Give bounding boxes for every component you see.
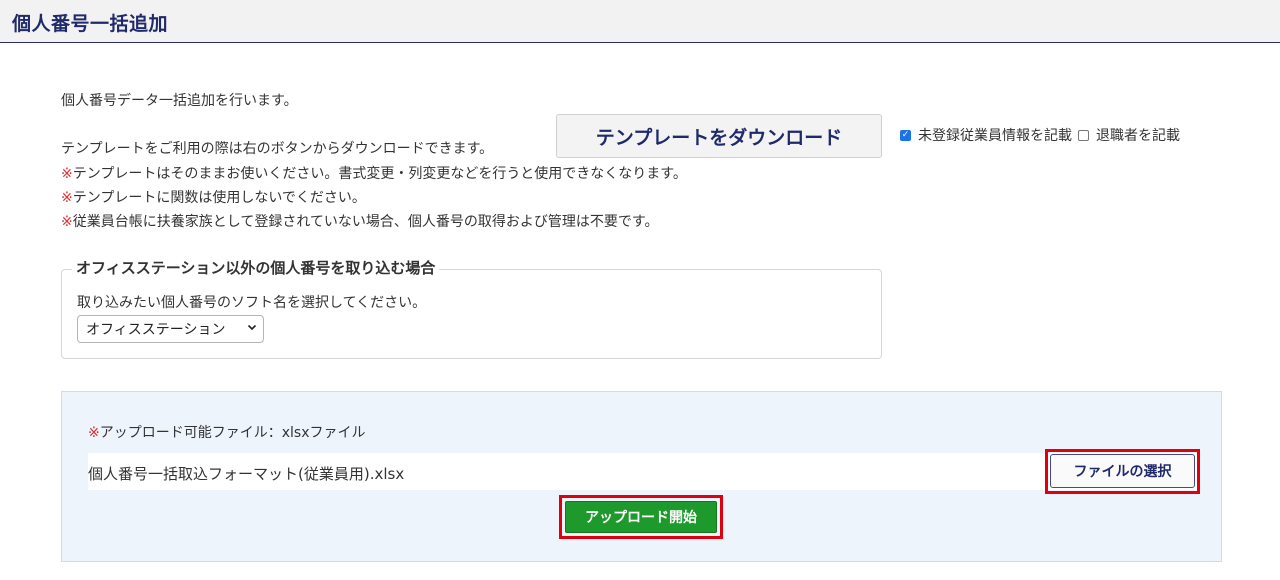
retired-employee-label[interactable]: 退職者を記載 bbox=[1096, 125, 1180, 145]
note-mark: ※ bbox=[61, 166, 73, 182]
start-upload-button[interactable]: アップロード開始 bbox=[565, 501, 717, 533]
retired-employee-checkbox[interactable] bbox=[1078, 129, 1089, 141]
software-select[interactable]: オフィスステーション bbox=[77, 315, 264, 343]
download-template-button[interactable]: テンプレートをダウンロード bbox=[556, 114, 882, 158]
note-text: テンプレートはそのままお使いください。書式変更・列変更などを行うと使用できなくな… bbox=[72, 166, 687, 182]
allowed-file-note: ※アップロード可能ファイル：xlsxファイル bbox=[88, 422, 366, 442]
page-title: 個人番号一括追加 bbox=[12, 13, 169, 35]
software-select-value: オフィスステーション bbox=[86, 322, 226, 338]
unregistered-employee-label[interactable]: 未登録従業員情報を記載 bbox=[918, 125, 1072, 145]
page-header: 個人番号一括追加 bbox=[0, 0, 1280, 43]
import-section-legend: オフィスステーション以外の個人番号を取り込む場合 bbox=[72, 257, 440, 278]
import-instruction: 取り込みたい個人番号のソフト名を選択してください。 bbox=[77, 295, 427, 311]
import-section bbox=[61, 269, 882, 359]
note-text: 従業員台帳に扶養家族として登録されていない場合、個人番号の取得および管理は不要で… bbox=[72, 214, 659, 230]
template-hint-text: テンプレートをご利用の際は右のボタンからダウンロードできます。 bbox=[61, 141, 494, 157]
intro-text: 個人番号データ一括追加を行います。 bbox=[61, 93, 298, 109]
note-mark: ※ bbox=[61, 190, 73, 206]
note-line: ※従業員台帳に扶養家族として登録されていない場合、個人番号の取得および管理は不要… bbox=[61, 211, 659, 231]
note-line: ※テンプレートはそのままお使いください。書式変更・列変更などを行うと使用できなく… bbox=[61, 163, 687, 183]
note-mark: ※ bbox=[61, 214, 73, 230]
chevron-down-icon bbox=[247, 322, 257, 335]
unregistered-employee-checkbox[interactable] bbox=[900, 129, 911, 141]
choose-file-button[interactable]: ファイルの選択 bbox=[1050, 454, 1195, 488]
allowed-file-text: アップロード可能ファイル：xlsxファイル bbox=[99, 425, 366, 441]
note-mark: ※ bbox=[88, 425, 100, 441]
note-line: ※テンプレートに関数は使用しないでください。 bbox=[61, 187, 366, 207]
download-options: 未登録従業員情報を記載 退職者を記載 bbox=[900, 125, 1180, 145]
selected-file-name: 個人番号一括取込フォーマット(従業員用).xlsx bbox=[88, 465, 405, 483]
note-text: テンプレートに関数は使用しないでください。 bbox=[72, 190, 366, 206]
